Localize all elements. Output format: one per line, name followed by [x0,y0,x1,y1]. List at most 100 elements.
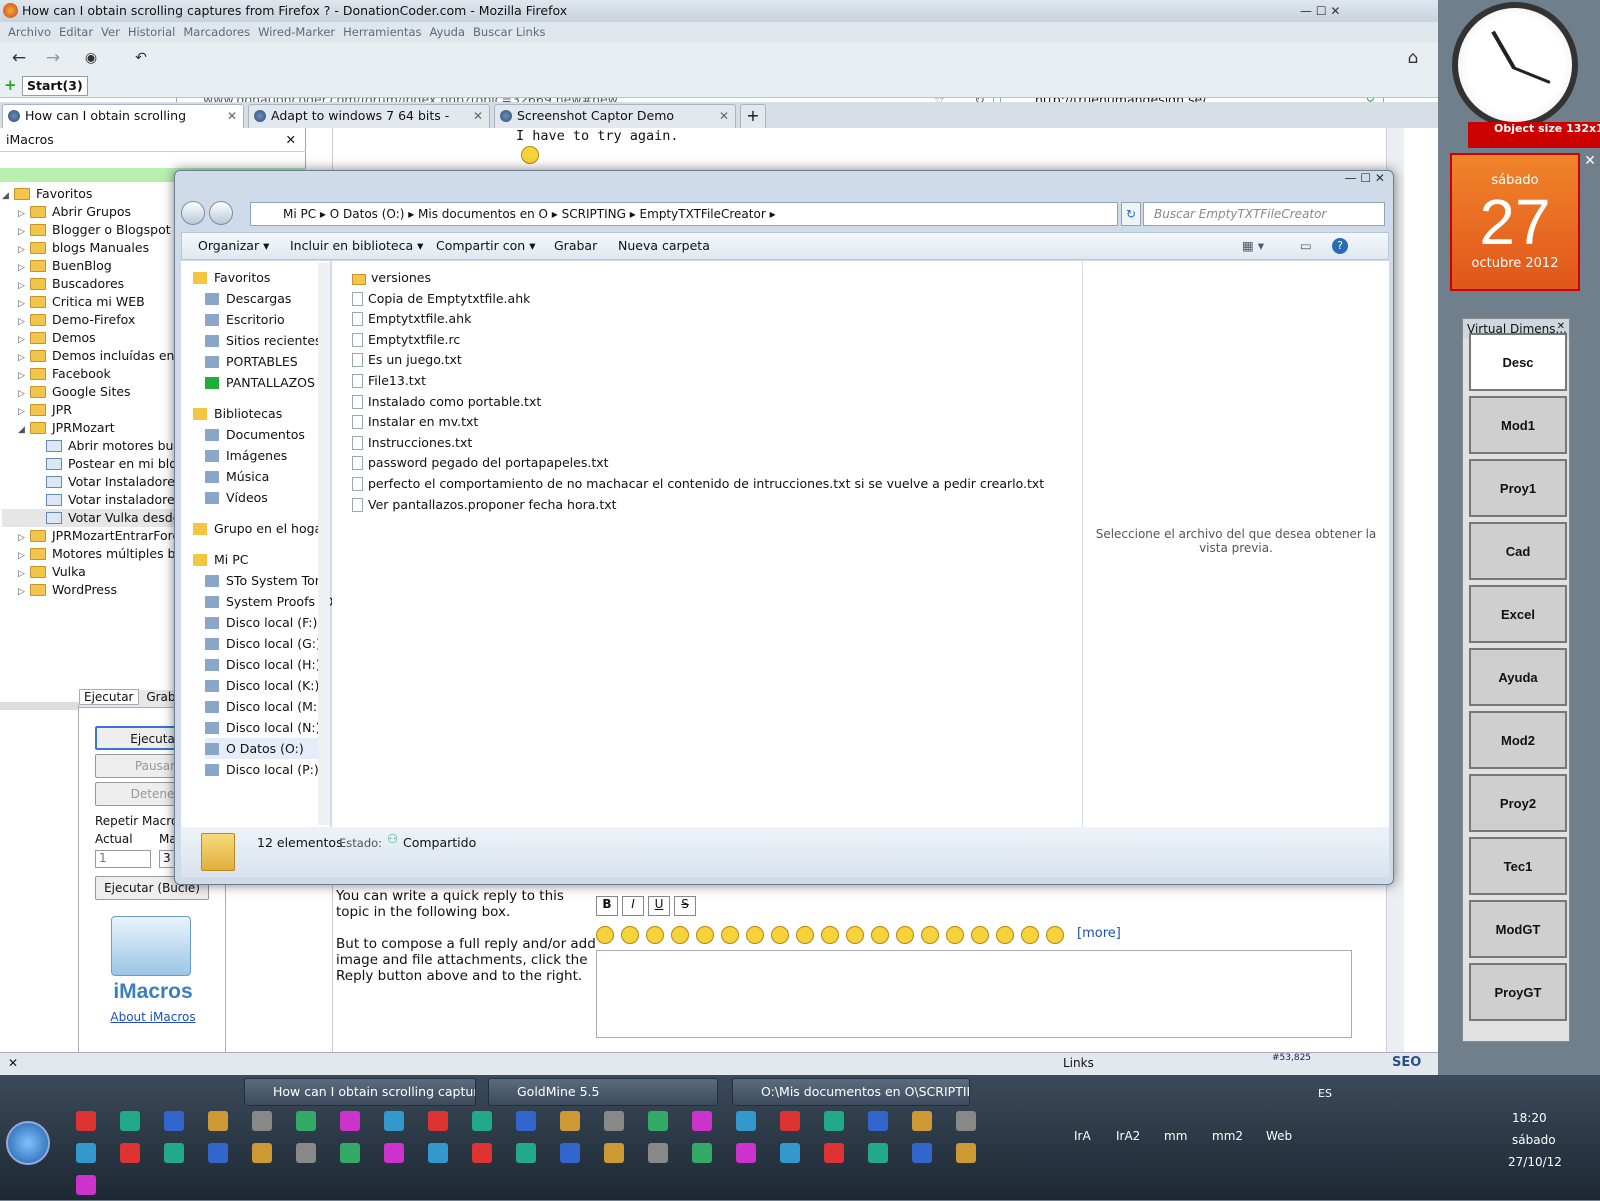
smiley-icon[interactable] [821,926,839,944]
smiley-icon[interactable] [796,926,814,944]
app-icon[interactable] [648,1143,668,1163]
expander-icon[interactable]: ▷ [18,205,30,221]
language-indicator[interactable]: ES [1318,1087,1332,1100]
desktop-button[interactable]: Excel [1469,585,1567,643]
nav-item[interactable]: Imágenes [205,445,287,466]
desktop-button[interactable]: Proy2 [1469,774,1567,832]
home-icon[interactable]: ⌂ [1400,46,1426,70]
clock-time[interactable]: 18:20 [1512,1111,1547,1125]
quick-mm[interactable]: mm [1164,1129,1187,1143]
reply-textarea[interactable] [596,950,1352,1038]
tab[interactable]: Screenshot Captor Demo ✕ [494,104,736,128]
menu-herramientas[interactable]: Herramientas [343,25,421,39]
more-smileys-link[interactable]: [more] [1077,926,1121,941]
smiley-icon[interactable] [846,926,864,944]
file-item[interactable]: Emptytxtfile.ahk [352,308,471,329]
smiley-icon[interactable] [771,926,789,944]
nav-item[interactable]: Disco local (N:) [205,717,321,738]
app-icon[interactable] [604,1111,624,1131]
nav-item[interactable]: O Datos (O:) [205,738,329,759]
expander-icon[interactable]: ◢ [18,421,30,437]
app-icon[interactable] [120,1111,140,1131]
smiley-icon[interactable] [1046,926,1064,944]
app-icon[interactable] [868,1143,888,1163]
smiley-icon[interactable] [746,926,764,944]
nav-item[interactable]: PORTABLES [205,351,298,372]
desktop-button[interactable]: Tec1 [1469,837,1567,895]
nav-item[interactable]: Favoritos [193,267,270,288]
taskbar-item[interactable]: How can I obtain scrolling captures ... [244,1078,476,1106]
burn-button[interactable]: Grabar [554,233,597,259]
app-icon[interactable] [956,1111,976,1131]
file-item[interactable]: File13.txt [352,370,426,391]
gadget-close-icon[interactable]: ✕ [1580,153,1600,213]
app-icon[interactable] [780,1143,800,1163]
app-icon[interactable] [780,1111,800,1131]
app-icon[interactable] [384,1111,404,1131]
nav-item[interactable]: Disco local (K:) [205,675,319,696]
smiley-icon[interactable] [996,926,1014,944]
app-icon[interactable] [736,1143,756,1163]
expander-icon[interactable]: ▷ [18,277,30,293]
close-tab-icon[interactable]: ✕ [473,105,483,127]
app-icon[interactable] [868,1111,888,1131]
menu-buscar-links[interactable]: Buscar Links [473,25,545,39]
smiley-icon[interactable] [921,926,939,944]
app-icon[interactable] [76,1175,96,1195]
expander-icon[interactable]: ▷ [18,223,30,239]
tab[interactable]: Adapt to windows 7 64 bits - Donatio...✕ [248,104,490,145]
app-icon[interactable] [252,1143,272,1163]
quick-web[interactable]: Web [1266,1129,1292,1143]
app-icon[interactable] [472,1111,492,1131]
menu-marcadores[interactable]: Marcadores [183,25,250,39]
smiley-icon[interactable] [646,926,664,944]
expander-icon[interactable]: ▷ [18,313,30,329]
expander-icon[interactable]: ▷ [18,259,30,275]
help-icon[interactable]: ? [1332,238,1348,254]
desktop-button[interactable]: Desc [1469,333,1567,391]
app-icon[interactable] [560,1111,580,1131]
menu-wired-marker[interactable]: Wired-Marker [258,25,335,39]
seo-label[interactable]: SEO [1392,1055,1421,1070]
nav-item[interactable]: Disco local (F:) [205,612,317,633]
app-icon[interactable] [692,1111,712,1131]
back-arrow-icon[interactable]: ← [6,46,32,70]
app-icon[interactable] [956,1143,976,1163]
expander-icon[interactable]: ▷ [18,547,30,563]
expander-icon[interactable]: ▷ [18,385,30,401]
nav-item[interactable]: Bibliotecas [193,403,282,424]
nav-item[interactable]: Mi PC [193,549,249,570]
smiley-icon[interactable] [696,926,714,944]
app-icon[interactable] [912,1143,932,1163]
plus-icon[interactable]: + [4,76,17,94]
menu-editar[interactable]: Editar [59,25,93,39]
include-library-menu[interactable]: Incluir en biblioteca ▾ [290,233,423,259]
file-item[interactable]: Instalar en mv.txt [352,411,478,432]
file-item[interactable]: Copia de Emptytxtfile.ahk [352,288,530,309]
nav-scrollbar[interactable] [318,263,330,825]
organize-menu[interactable]: Organizar ▾ [198,233,269,259]
desktop-button[interactable]: Ayuda [1469,648,1567,706]
app-icon[interactable] [604,1143,624,1163]
app-icon[interactable] [648,1111,668,1131]
file-item[interactable]: versiones [352,267,431,288]
app-icon[interactable] [164,1111,184,1131]
desktop-button[interactable]: Cad [1469,522,1567,580]
app-icon[interactable] [824,1143,844,1163]
expander-icon[interactable]: ▷ [18,565,30,581]
window-controls[interactable]: — ☐ ✕ [1293,171,1385,189]
app-icon[interactable] [560,1143,580,1163]
app-icon[interactable] [736,1111,756,1131]
close-tab-icon[interactable]: ✕ [227,105,237,127]
file-item[interactable]: Emptytxtfile.rc [352,329,460,350]
menu-ver[interactable]: Ver [101,25,120,39]
window-controls[interactable]: — ☐ ✕ [1300,0,1418,20]
expander-icon[interactable]: ▷ [18,403,30,419]
menu-archivo[interactable]: Archivo [8,25,51,39]
links-label[interactable]: Links [1063,1056,1094,1070]
nav-item[interactable]: Documentos [205,424,305,445]
nav-item[interactable]: PANTALLAZOS [205,372,315,393]
file-item[interactable]: Instrucciones.txt [352,432,472,453]
taskbar-item[interactable]: O:\Mis documentos en O\SCRIPTIN... [732,1078,970,1106]
smiley-icon[interactable] [1021,926,1039,944]
